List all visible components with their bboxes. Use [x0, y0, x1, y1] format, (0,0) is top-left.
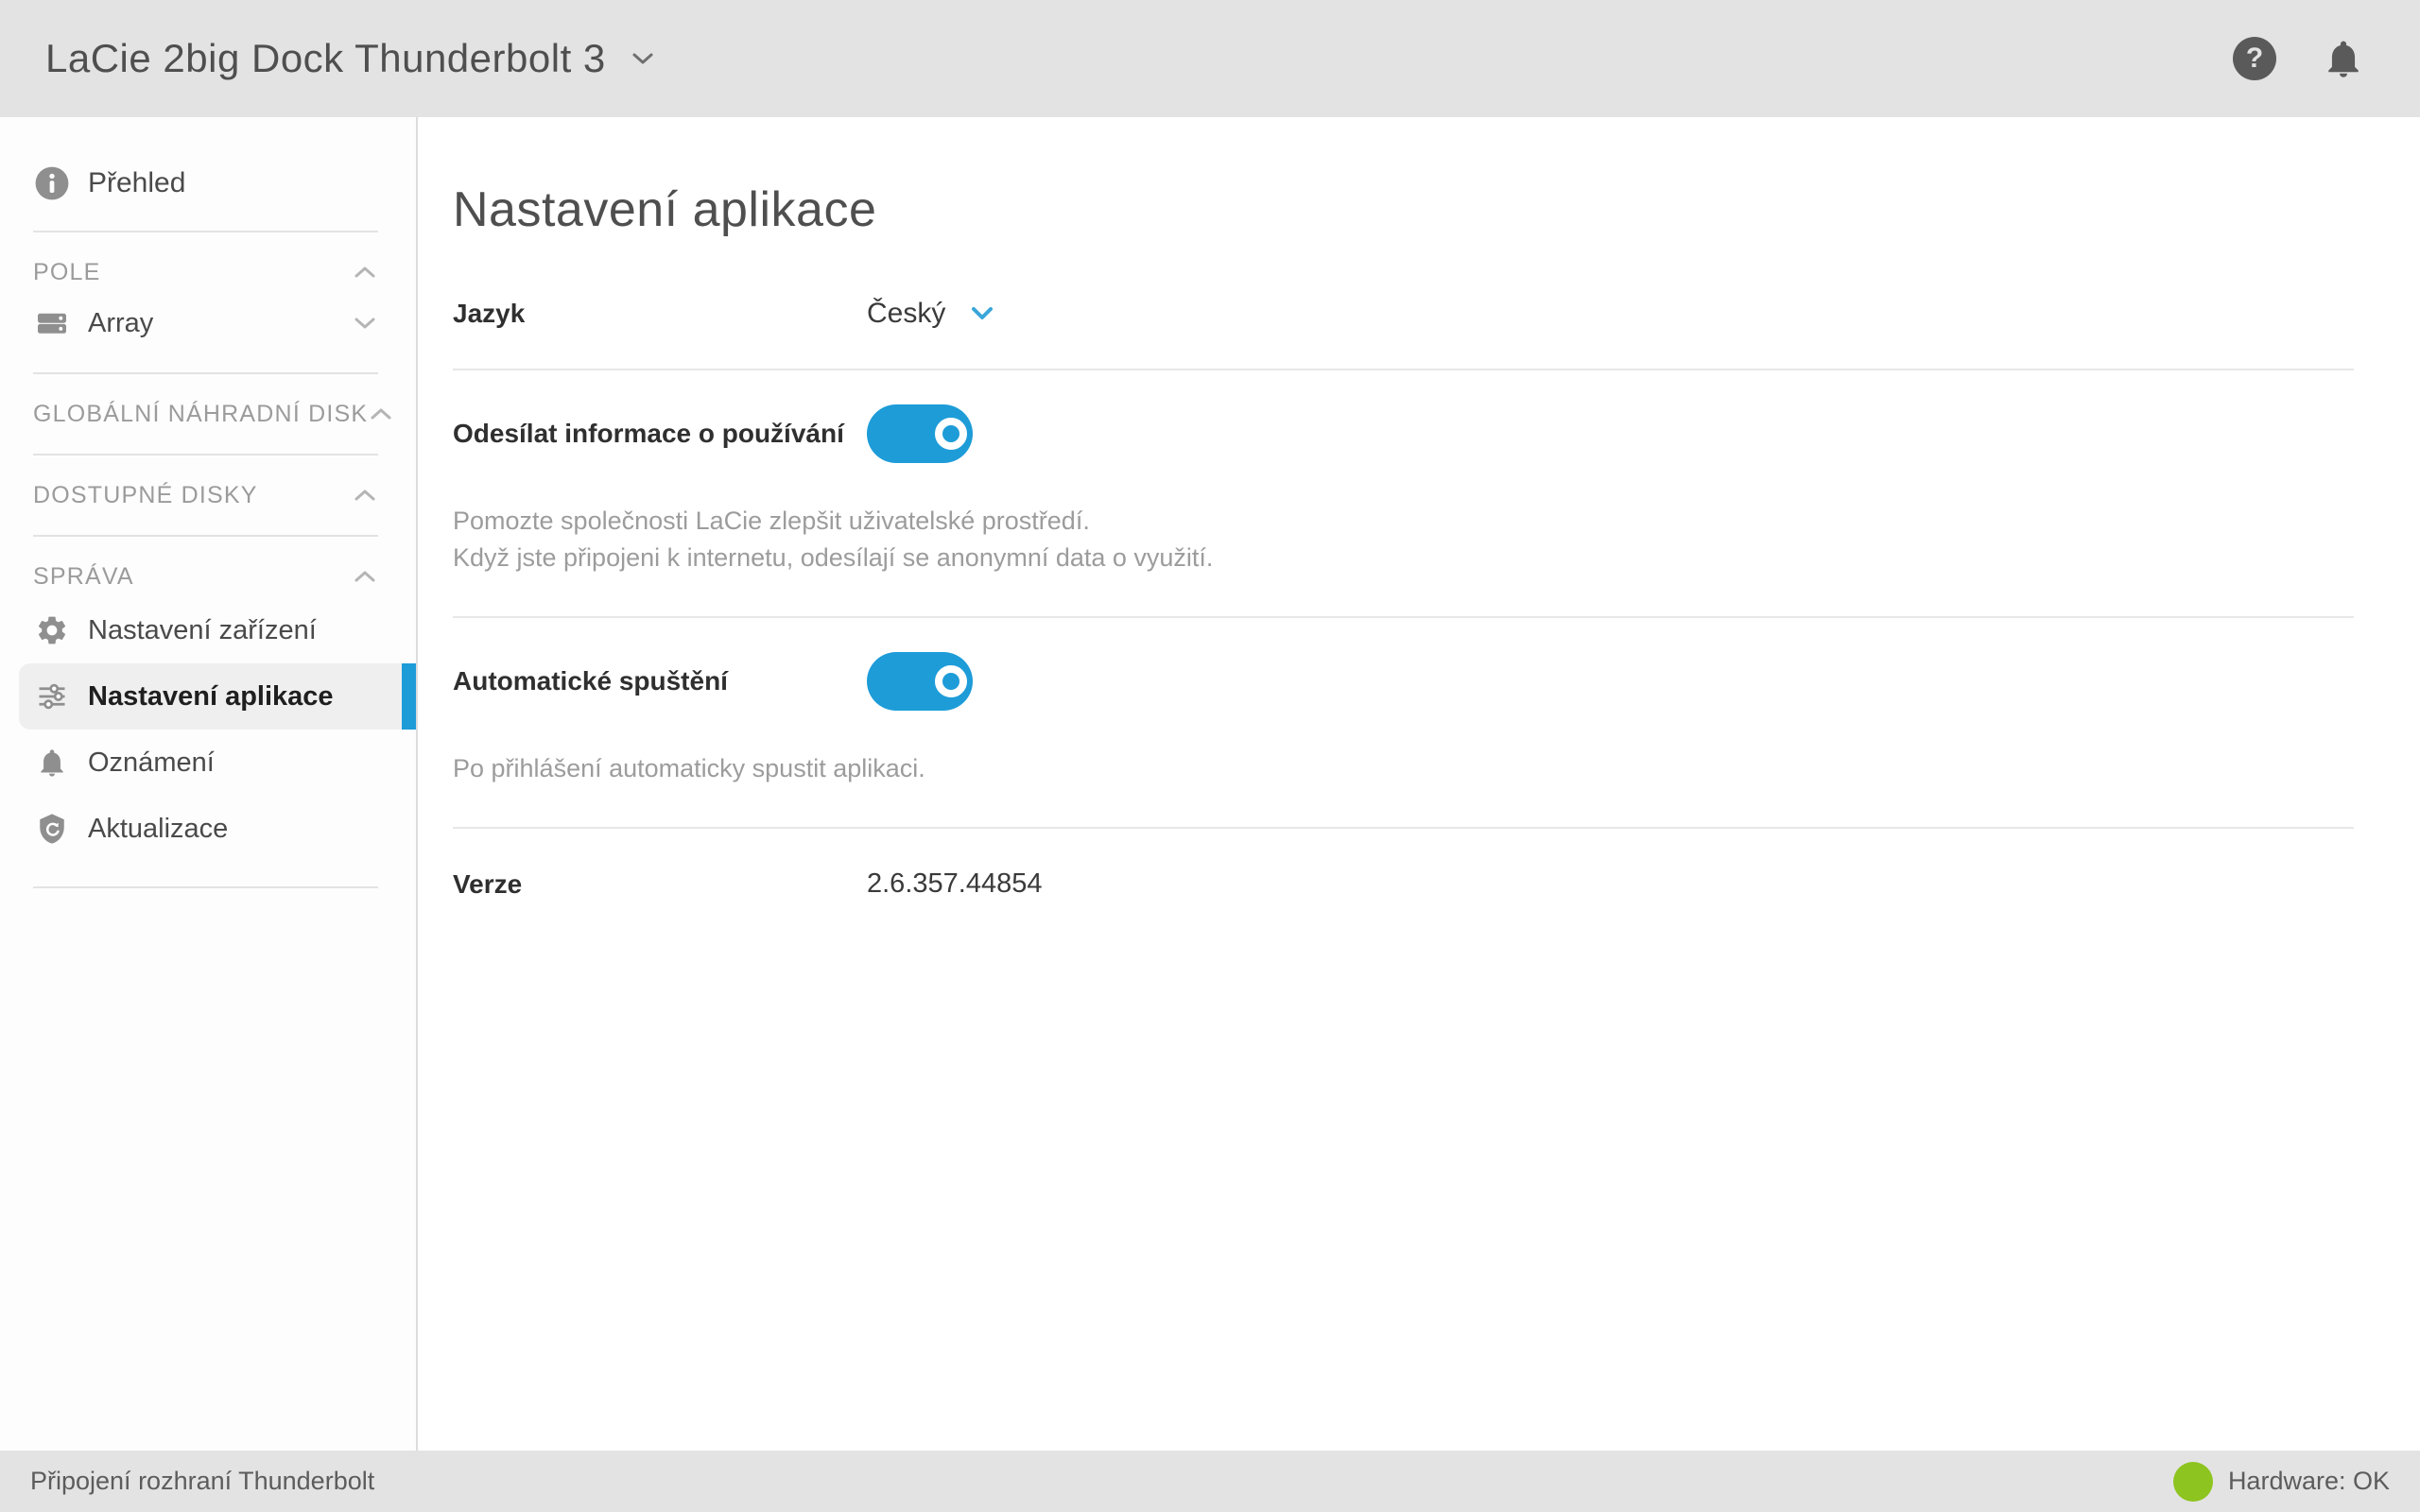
chevron-up-icon — [352, 264, 378, 281]
sidebar-item-array[interactable]: Array — [19, 293, 416, 353]
sidebar-section-global-spare[interactable]: GLOBÁLNÍ NÁHRADNÍ DISK — [19, 393, 416, 435]
sidebar-item-label: Nastavení aplikace — [88, 681, 334, 713]
sidebar-section-pole[interactable]: POLE — [19, 251, 416, 293]
sidebar-item-updates[interactable]: Aktualizace — [19, 796, 416, 862]
hardware-status: Hardware: OK — [2228, 1467, 2390, 1496]
sidebar-divider — [33, 231, 378, 232]
device-title: LaCie 2big Dock Thunderbolt 3 — [45, 36, 606, 81]
sidebar-divider — [33, 372, 378, 374]
chevron-up-icon — [368, 405, 394, 422]
help-button[interactable]: ? — [2231, 35, 2278, 82]
sliders-icon — [33, 679, 71, 713]
usage-info-row: Odesílat informace o používání Pomozte s… — [453, 370, 2354, 618]
chevron-down-icon — [352, 315, 378, 332]
help-glyph: ? — [2246, 44, 2263, 73]
hardware-status-dot — [2173, 1462, 2213, 1502]
sidebar-item-overview[interactable]: Přehled — [19, 155, 416, 212]
version-label: Verze — [453, 869, 867, 900]
sidebar-item-device-settings[interactable]: Nastavení zařízení — [19, 597, 416, 663]
sidebar-divider — [33, 454, 378, 455]
bell-icon — [33, 747, 71, 779]
autostart-help: Po přihlášení automaticky spustit aplika… — [453, 750, 2354, 787]
sidebar-item-label: Aktualizace — [88, 814, 228, 845]
usage-info-toggle[interactable] — [867, 404, 973, 463]
usage-info-label: Odesílat informace o používání — [453, 419, 867, 449]
sidebar-section-available-disks[interactable]: DOSTUPNÉ DISKY — [19, 474, 416, 516]
chevron-down-icon — [968, 304, 996, 323]
usage-info-help: Pomozte společnosti LaCie zlepšit uživat… — [453, 503, 2354, 576]
sidebar-item-label: Array — [88, 308, 153, 339]
language-dropdown[interactable]: Český — [867, 298, 996, 330]
sidebar-section-management[interactable]: SPRÁVA — [19, 556, 416, 597]
sidebar-divider — [33, 535, 378, 537]
sidebar-item-label: Přehled — [88, 167, 185, 199]
autostart-label: Automatické spuštění — [453, 666, 867, 696]
language-value: Český — [867, 298, 945, 330]
main-content: Nastavení aplikace Jazyk Český Odesílat … — [418, 117, 2420, 1451]
connection-status: Připojení rozhraní Thunderbolt — [30, 1467, 374, 1496]
drive-array-icon — [33, 306, 71, 340]
sidebar: Přehled POLE Array — [0, 117, 418, 1451]
autostart-row: Automatické spuštění Po přihlášení autom… — [453, 618, 2354, 829]
section-label: POLE — [33, 259, 101, 286]
section-label: SPRÁVA — [33, 563, 134, 591]
version-row: Verze 2.6.357.44854 — [453, 829, 2354, 939]
gear-icon — [33, 613, 71, 647]
help-icon: ? — [2233, 37, 2276, 80]
notifications-button[interactable] — [2320, 35, 2367, 82]
device-selector[interactable]: LaCie 2big Dock Thunderbolt 3 — [45, 36, 655, 81]
sidebar-item-label: Oznámení — [88, 747, 215, 779]
chevron-down-icon — [631, 50, 655, 67]
section-label: DOSTUPNÉ DISKY — [33, 482, 258, 509]
language-label: Jazyk — [453, 299, 867, 329]
status-bar: Připojení rozhraní Thunderbolt Hardware:… — [0, 1451, 2420, 1512]
sidebar-item-label: Nastavení zařízení — [88, 615, 317, 646]
language-row: Jazyk Český — [453, 259, 2354, 370]
toggle-knob — [935, 418, 967, 450]
sidebar-item-notifications[interactable]: Oznámení — [19, 730, 416, 796]
autostart-toggle[interactable] — [867, 652, 973, 711]
version-value: 2.6.357.44854 — [867, 868, 1042, 900]
chevron-up-icon — [352, 487, 378, 504]
page-title: Nastavení aplikace — [453, 181, 2354, 238]
section-label: GLOBÁLNÍ NÁHRADNÍ DISK — [33, 401, 368, 428]
info-icon — [33, 165, 71, 201]
sidebar-divider — [33, 886, 378, 888]
sidebar-item-app-settings[interactable]: Nastavení aplikace — [19, 663, 416, 730]
chevron-up-icon — [352, 568, 378, 585]
bell-icon — [2322, 37, 2365, 80]
shield-update-icon — [33, 813, 71, 845]
app-header: LaCie 2big Dock Thunderbolt 3 ? — [0, 0, 2420, 117]
toggle-knob — [935, 665, 967, 697]
